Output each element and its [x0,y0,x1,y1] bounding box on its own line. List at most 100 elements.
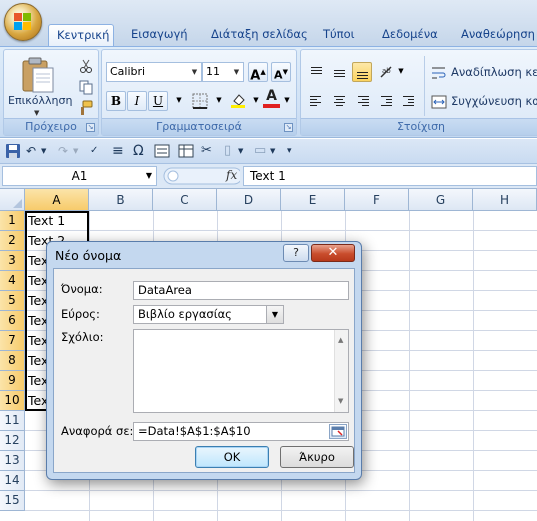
undo-dropdown-icon[interactable]: ▼ [41,143,46,159]
cell-a1[interactable]: Text 1 [25,211,89,231]
decrease-indent-icon[interactable] [376,91,396,111]
tab-data[interactable]: Δεδομένα [374,24,446,46]
underline-dropdown-icon[interactable]: ▼ [169,91,189,111]
font-size-combo[interactable]: 11 ▼ [202,62,244,82]
font-family-combo[interactable]: Calibri ▼ [106,62,202,82]
column-header-b[interactable]: B [89,189,153,211]
row-header[interactable]: 8 [0,351,25,371]
blank-icon[interactable]: ▭ [254,143,266,159]
name-input[interactable]: DataArea [133,281,349,300]
borders-icon[interactable] [192,93,208,109]
scope-label: Εύρος: [61,307,100,321]
align-left-icon[interactable] [306,91,326,111]
name-box[interactable]: A1 ▼ [2,166,157,186]
blank-dropdown-icon[interactable]: ▼ [270,143,275,159]
scope-select[interactable]: Βιβλίο εργασίας ▼ [133,305,284,324]
row-header[interactable]: 7 [0,331,25,351]
grow-font-button[interactable]: A▲ [248,62,268,83]
table-icon[interactable] [178,143,194,159]
column-header-e[interactable]: E [281,189,345,211]
paste-dropdown-icon[interactable]: ▼ [34,109,39,117]
fill-color-icon[interactable] [230,92,246,108]
bold-button[interactable]: B [106,91,126,111]
shrink-font-button[interactable]: A▼ [271,62,291,82]
align-top-icon[interactable] [306,62,326,82]
symbol-omega-icon[interactable]: Ω [133,143,144,159]
row-header[interactable]: 1 [0,211,25,231]
row-header[interactable]: 13 [0,451,25,471]
form-icon[interactable] [154,143,170,159]
refers-to-input[interactable]: =Data!$A$1:$A$10 [133,422,349,441]
equal-sign-icon[interactable]: ≡ [112,143,124,159]
merge-center-button[interactable]: Συγχώνευση και [451,94,537,108]
spelling-icon[interactable]: ✓ [90,143,98,159]
office-button[interactable] [4,3,42,41]
formula-input[interactable]: Text 1 [243,166,537,186]
font-group: Calibri ▼ 11 ▼ A▲ A▼ B I U ▼ ▼ ▼ A ▼ Γρα… [101,49,297,136]
underline-button[interactable]: U [148,91,168,111]
tools-icon[interactable]: ✂ [201,143,212,159]
tab-review[interactable]: Αναθεώρηση [453,24,537,46]
cut-icon[interactable] [78,58,94,74]
copy-icon[interactable] [78,79,94,95]
insert-function-icon[interactable]: fx [226,168,237,182]
cancel-button[interactable]: Άκυρο [280,446,354,468]
format-painter-icon[interactable] [78,100,94,116]
undo-icon[interactable]: ↶ [26,143,36,159]
row-header[interactable]: 12 [0,431,25,451]
page-dropdown-icon[interactable]: ▼ [238,143,243,159]
borders-dropdown-icon[interactable]: ▼ [209,91,229,111]
tab-insert[interactable]: Εισαγωγή [123,24,196,46]
orientation-dropdown-icon[interactable]: ▼ [395,62,407,82]
row-header[interactable]: 6 [0,311,25,331]
tab-formulas[interactable]: Τύποι [315,24,363,46]
align-bottom-icon[interactable] [352,62,372,82]
row-header[interactable]: 11 [0,411,25,431]
row-header[interactable]: 10 [0,391,25,411]
close-button[interactable]: ✕ [311,244,355,262]
align-right-icon[interactable] [352,91,372,111]
wrap-text-icon[interactable] [431,65,447,81]
align-center-icon[interactable] [329,91,349,111]
merge-center-icon[interactable] [431,94,447,110]
comment-textarea[interactable]: ▲ ▼ [133,329,349,413]
font-color-dropdown-icon[interactable]: ▼ [280,91,294,111]
row-header[interactable]: 4 [0,271,25,291]
page-icon[interactable]: ▯ [224,143,231,159]
font-dialog-launcher[interactable]: ↘ [284,123,293,132]
increase-indent-icon[interactable] [398,91,418,111]
align-middle-icon[interactable] [329,62,349,82]
column-header-g[interactable]: G [409,189,473,211]
column-header-a[interactable]: A [25,189,89,211]
shrink-font-label: A [274,68,283,82]
comment-scrollbar[interactable]: ▲ ▼ [334,330,348,412]
customize-toolbar-icon[interactable]: ▾ [287,143,292,159]
row-header[interactable]: 2 [0,231,25,251]
paste-button[interactable]: Επικόλληση [8,94,72,107]
tab-home[interactable]: Κεντρική [48,24,114,46]
redo-dropdown-icon: ▼ [73,147,79,155]
row-header[interactable]: 5 [0,291,25,311]
orientation-icon[interactable]: ab [379,64,395,80]
scroll-up-icon[interactable]: ▲ [338,332,343,349]
save-icon[interactable] [5,143,21,159]
font-color-button[interactable]: A [263,88,280,108]
clipboard-dialog-launcher[interactable]: ↘ [86,123,95,132]
scroll-down-icon[interactable]: ▼ [338,393,343,410]
select-all-button[interactable] [0,189,25,211]
row-header[interactable]: 14 [0,471,25,491]
italic-button[interactable]: I [127,91,147,111]
office-logo-icon [14,13,32,31]
tab-page-layout[interactable]: Διάταξη σελίδας [203,24,316,46]
column-header-f[interactable]: F [345,189,409,211]
row-header[interactable]: 3 [0,251,25,271]
collapse-dialog-icon[interactable] [329,424,347,439]
ok-button[interactable]: OK [195,446,269,468]
column-header-h[interactable]: H [473,189,537,211]
row-header[interactable]: 15 [0,491,25,511]
row-header[interactable]: 9 [0,371,25,391]
help-button[interactable]: ? [283,244,309,262]
column-header-d[interactable]: D [217,189,281,211]
column-header-c[interactable]: C [153,189,217,211]
wrap-text-button[interactable]: Αναδίπλωση κειμ [451,65,537,79]
